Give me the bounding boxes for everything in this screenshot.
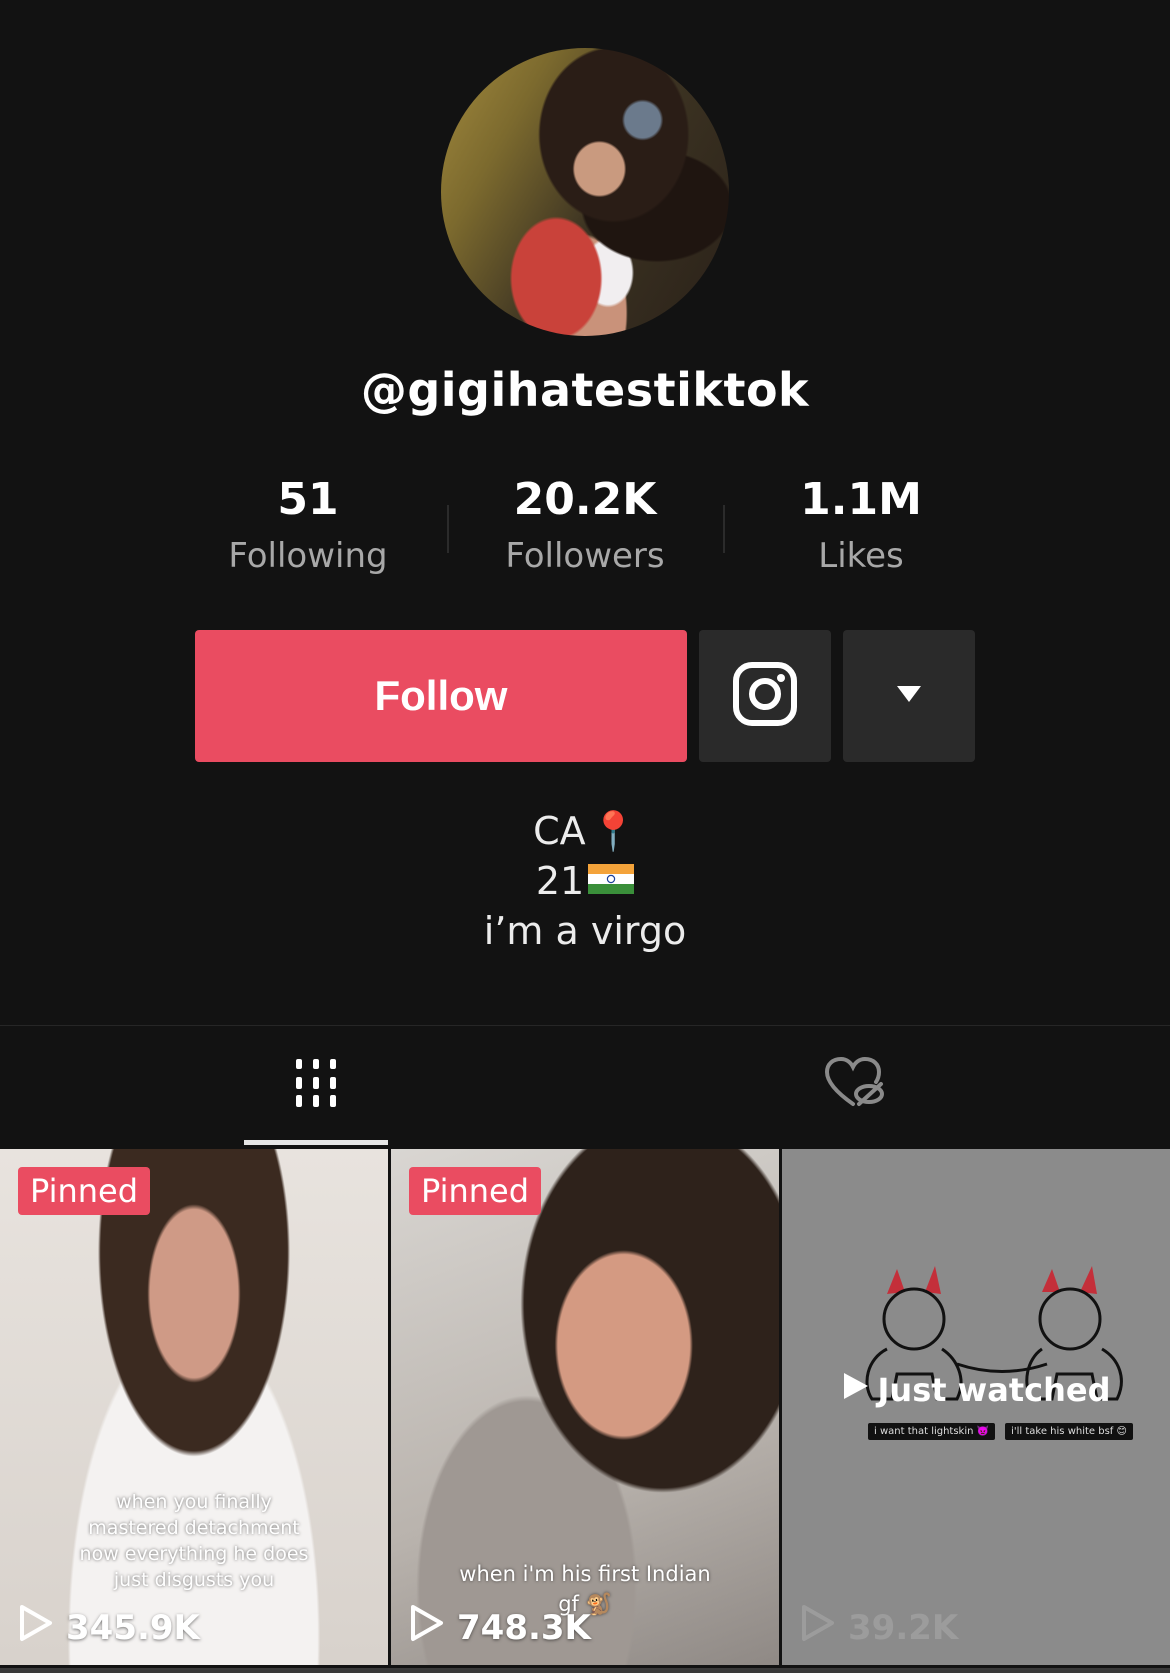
stat-followers-value: 20.2K (513, 474, 657, 525)
video-thumbnail[interactable]: Pinned when i'm his first Indian gf 🐒 74… (391, 1149, 779, 1665)
profile-stats: 51 Following 20.2K Followers 1.1M Likes (170, 470, 1000, 590)
just-watched-label: Just watched (782, 1371, 1170, 1409)
profile-avatar[interactable] (441, 48, 729, 336)
view-count: 748.3K (409, 1604, 591, 1651)
stat-following-value: 51 (277, 474, 339, 525)
stat-likes-value: 1.1M (800, 474, 922, 525)
caret-down-icon (896, 685, 922, 707)
tabs-divider (0, 1025, 1170, 1026)
play-filled-icon (842, 1371, 870, 1409)
india-flag-svg (588, 864, 635, 894)
instagram-icon (732, 661, 798, 731)
bio-sign-text: i’m a virgo (483, 909, 687, 953)
stat-followers[interactable]: 20.2K Followers (447, 470, 723, 582)
profile-bio: CA 📍 21 i’m a virgo (0, 806, 1170, 956)
more-options-button[interactable] (843, 630, 975, 762)
bio-age-text: 21 (535, 859, 585, 903)
stat-following[interactable]: 51 Following (170, 470, 446, 582)
profile-username: @gigihatestiktok (360, 363, 810, 417)
bio-line-sign: i’m a virgo (0, 906, 1170, 956)
stat-followers-label: Followers (505, 536, 665, 576)
grid-bars-icon (292, 1057, 340, 1113)
video-thumbnail[interactable]: Just watched i want that lightskin 👿 i'l… (782, 1149, 1170, 1665)
just-watched-text: Just watched (877, 1371, 1111, 1409)
tab-videos[interactable] (244, 1026, 388, 1144)
view-count-value: 345.9K (66, 1607, 200, 1648)
play-outline-icon (409, 1604, 445, 1651)
view-count-value: 39.2K (848, 1607, 959, 1648)
tab-active-indicator (244, 1140, 388, 1145)
view-count-value: 748.3K (457, 1607, 591, 1648)
bio-line-age: 21 (0, 856, 1170, 906)
pinned-badge: Pinned (409, 1167, 542, 1215)
stat-likes-label: Likes (818, 536, 904, 576)
stat-following-label: Following (228, 536, 388, 576)
view-count: 39.2K (800, 1604, 958, 1651)
pin-emoji-icon: 📍 (589, 809, 637, 853)
video-grid: Pinned when you finally mastered detachm… (0, 1149, 1170, 1673)
pinned-badge: Pinned (18, 1167, 151, 1215)
play-outline-icon (800, 1604, 836, 1651)
video-caption: when you finally mastered detachment now… (0, 1489, 388, 1593)
tab-liked[interactable] (780, 1026, 930, 1144)
stat-likes[interactable]: 1.1M Likes (723, 470, 999, 582)
follow-button[interactable]: Follow (195, 630, 687, 762)
overlay-label: i want that lightskin 👿 (868, 1423, 996, 1440)
heart-eye-slash-icon (823, 1056, 887, 1114)
india-flag-icon (588, 856, 635, 906)
overlay-label: i'll take his white bsf 😊 (1005, 1423, 1133, 1440)
video-overlay-labels: i want that lightskin 👿 i'll take his wh… (868, 1423, 1133, 1440)
play-outline-icon (18, 1604, 54, 1651)
caption-line: just disgusts you (113, 1569, 275, 1591)
instagram-button[interactable] (699, 630, 831, 762)
next-row-peek (0, 1668, 1170, 1673)
caption-line: when you finally (116, 1491, 272, 1513)
bio-line-location: CA 📍 (0, 806, 1170, 856)
caption-line: when i'm his first Indian (459, 1562, 711, 1586)
caption-line: now everything he does (79, 1543, 309, 1565)
bio-location-text: CA (533, 809, 586, 853)
video-thumbnail[interactable]: Pinned when you finally mastered detachm… (0, 1149, 388, 1665)
caption-line: mastered detachment (88, 1517, 300, 1539)
view-count: 345.9K (18, 1604, 200, 1651)
